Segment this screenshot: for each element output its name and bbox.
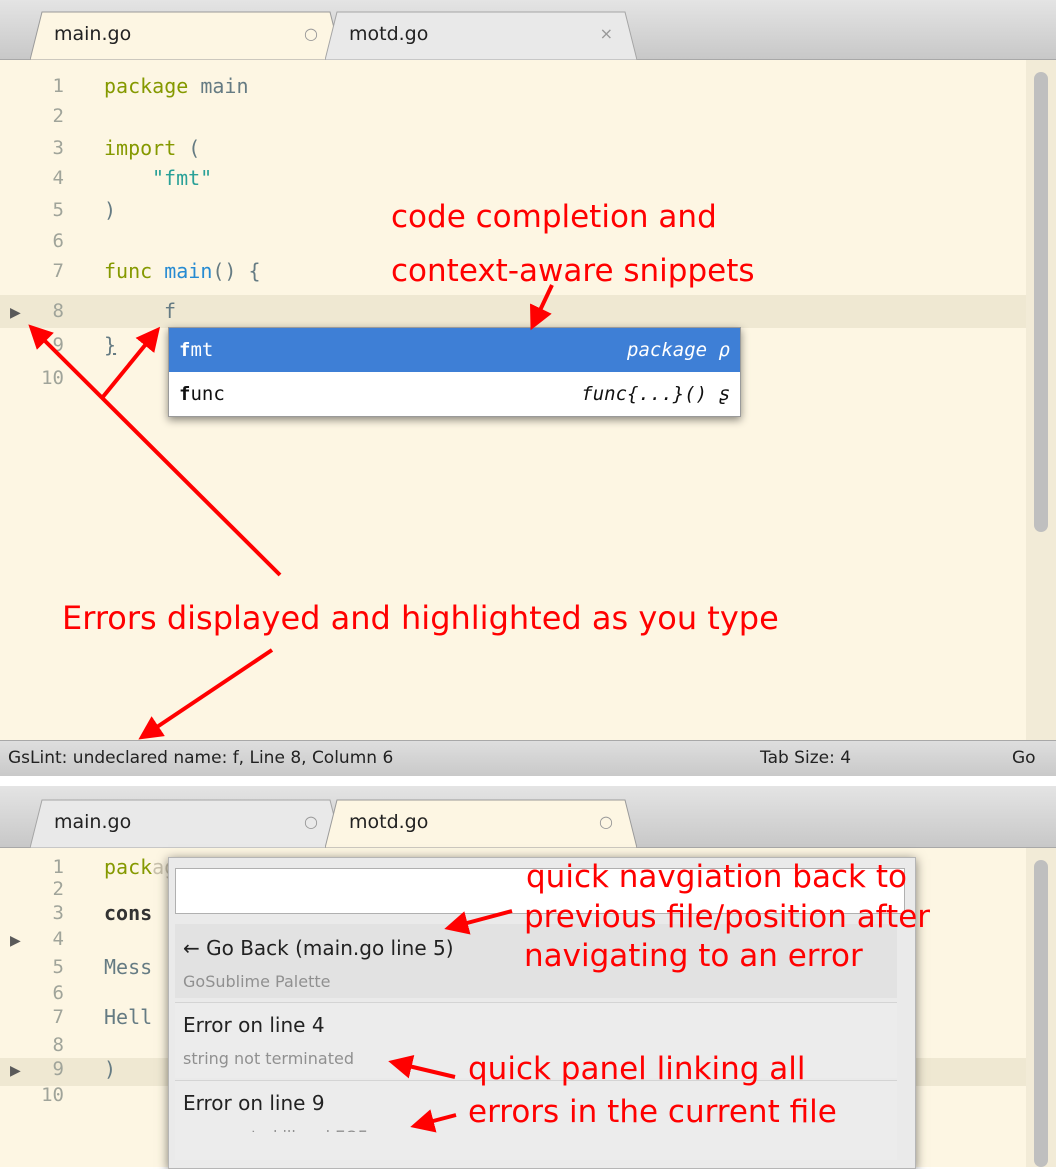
annotation-arrows-bottom <box>388 909 513 1133</box>
circle-icon[interactable]: ○ <box>599 798 613 846</box>
tab-label: main.go <box>54 23 132 45</box>
circle-icon[interactable]: ○ <box>304 798 318 846</box>
tab-label: main.go <box>54 811 132 833</box>
arrow <box>410 1109 457 1133</box>
arrow <box>388 1055 456 1079</box>
tab-label: motd.go <box>349 811 429 833</box>
tab-label: motd.go <box>349 23 429 45</box>
close-icon[interactable]: × <box>600 10 613 58</box>
circle-icon[interactable]: ○ <box>304 10 318 58</box>
arrow <box>444 909 513 935</box>
